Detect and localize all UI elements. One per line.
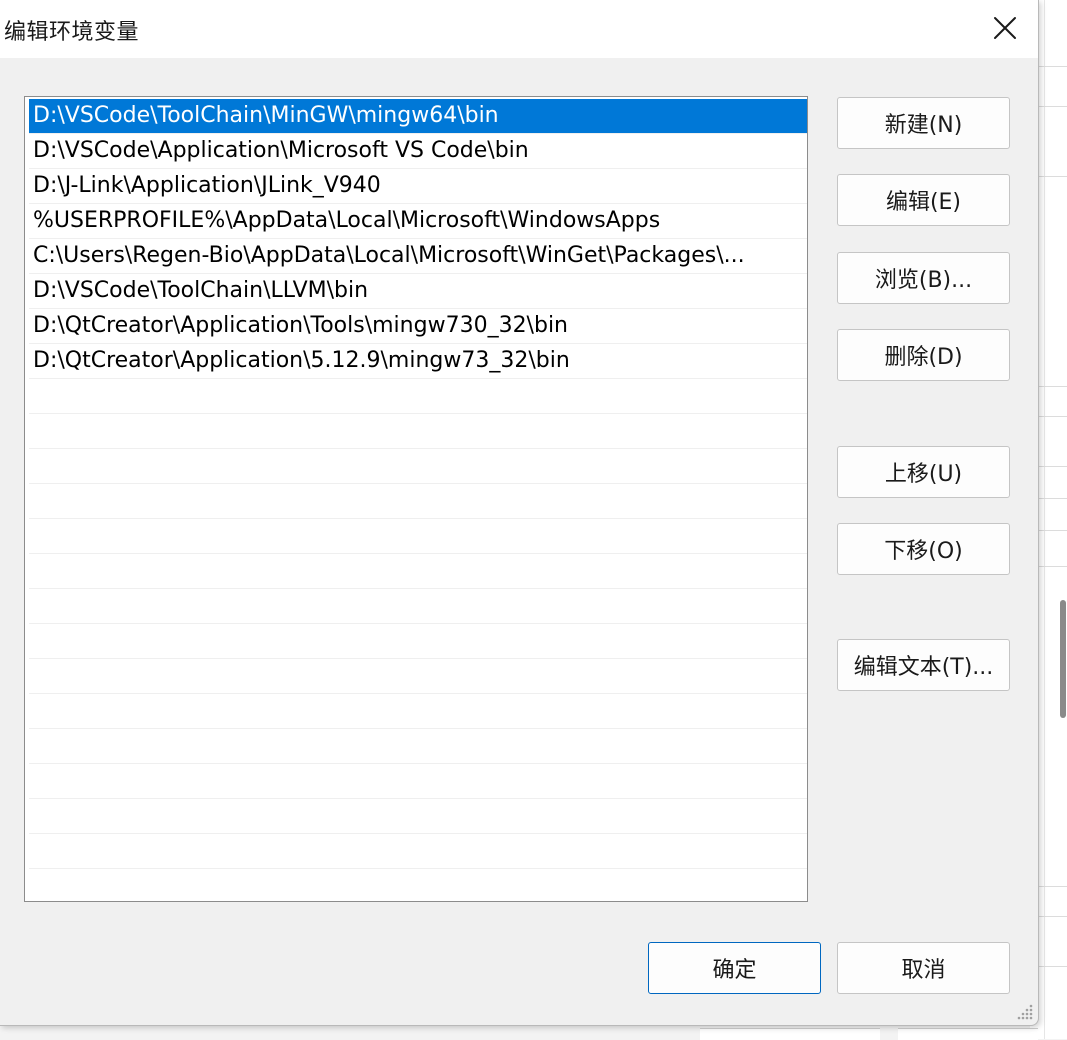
edit-text-button[interactable]: 编辑文本(T)... xyxy=(837,639,1010,691)
dialog-title: 编辑环境变量 xyxy=(4,20,140,45)
path-list-empty-row[interactable] xyxy=(29,484,807,519)
path-list-empty-row[interactable] xyxy=(29,589,807,624)
path-list-item-text: D:\QtCreator\Application\Tools\mingw730_… xyxy=(33,313,568,338)
path-list-empty-row[interactable] xyxy=(29,834,807,869)
path-list-empty-row[interactable] xyxy=(29,624,807,659)
path-list-empty-row[interactable] xyxy=(29,379,807,414)
ok-button[interactable]: 确定 xyxy=(648,942,821,994)
path-list-item[interactable]: %USERPROFILE%\AppData\Local\Microsoft\Wi… xyxy=(29,204,807,239)
move-down-button[interactable]: 下移(O) xyxy=(837,523,1010,575)
delete-button[interactable]: 删除(D) xyxy=(837,329,1010,381)
path-list-empty-row[interactable] xyxy=(29,659,807,694)
cancel-button[interactable]: 取消 xyxy=(837,942,1010,994)
path-list-item-text: D:\J-Link\Application\JLink_V940 xyxy=(33,173,381,198)
path-list-item-text: D:\VSCode\ToolChain\MinGW\mingw64\bin xyxy=(33,103,499,128)
close-icon xyxy=(994,17,1016,39)
path-list-item[interactable]: D:\VSCode\ToolChain\MinGW\mingw64\bin xyxy=(29,99,807,134)
path-list-empty-row[interactable] xyxy=(29,414,807,449)
path-list-item[interactable]: D:\QtCreator\Application\5.12.9\mingw73_… xyxy=(29,344,807,379)
path-list-empty-row[interactable] xyxy=(29,799,807,834)
background-bottom-button xyxy=(898,1028,1038,1040)
path-list-item[interactable]: C:\Users\Regen-Bio\AppData\Local\Microso… xyxy=(29,239,807,274)
title-bar: 编辑环境变量 xyxy=(0,0,1038,58)
path-list-item-text: D:\VSCode\ToolChain\LLVM\bin xyxy=(33,278,369,303)
path-list-item[interactable]: D:\VSCode\Application\Microsoft VS Code\… xyxy=(29,134,807,169)
path-list-empty-row[interactable] xyxy=(29,869,807,901)
path-list-empty-row[interactable] xyxy=(29,519,807,554)
move-up-button[interactable]: 上移(U) xyxy=(837,446,1010,498)
path-list-empty-row[interactable] xyxy=(29,729,807,764)
path-list-item[interactable]: D:\J-Link\Application\JLink_V940 xyxy=(29,169,807,204)
resize-grip-icon xyxy=(1017,1004,1033,1020)
path-list-item-text: %USERPROFILE%\AppData\Local\Microsoft\Wi… xyxy=(33,208,661,233)
path-list-empty-row[interactable] xyxy=(29,764,807,799)
path-list-item-text: D:\VSCode\Application\Microsoft VS Code\… xyxy=(33,138,529,163)
edit-env-var-dialog: 编辑环境变量 D:\VSCode\ToolChain\MinGW\mingw64… xyxy=(0,0,1039,1026)
browse-button[interactable]: 浏览(B)... xyxy=(837,252,1010,304)
new-button[interactable]: 新建(N) xyxy=(837,97,1010,149)
path-list[interactable]: D:\VSCode\ToolChain\MinGW\mingw64\bin D:\… xyxy=(24,96,808,902)
path-list-item-text: D:\QtCreator\Application\5.12.9\mingw73_… xyxy=(33,348,570,373)
edit-button[interactable]: 编辑(E) xyxy=(837,174,1010,226)
background-divider xyxy=(1044,0,1045,1039)
path-list-item[interactable]: D:\VSCode\ToolChain\LLVM\bin xyxy=(29,274,807,309)
background-bottom-button xyxy=(700,1028,880,1040)
path-list-empty-row[interactable] xyxy=(29,554,807,589)
close-button[interactable] xyxy=(982,8,1028,48)
resize-grip[interactable] xyxy=(1016,1003,1034,1021)
path-list-item-text: C:\Users\Regen-Bio\AppData\Local\Microso… xyxy=(33,243,745,268)
path-list-empty-row[interactable] xyxy=(29,449,807,484)
path-list-item[interactable]: D:\QtCreator\Application\Tools\mingw730_… xyxy=(29,309,807,344)
path-list-empty-row[interactable] xyxy=(29,694,807,729)
background-scrollbar-thumb[interactable] xyxy=(1060,600,1066,718)
